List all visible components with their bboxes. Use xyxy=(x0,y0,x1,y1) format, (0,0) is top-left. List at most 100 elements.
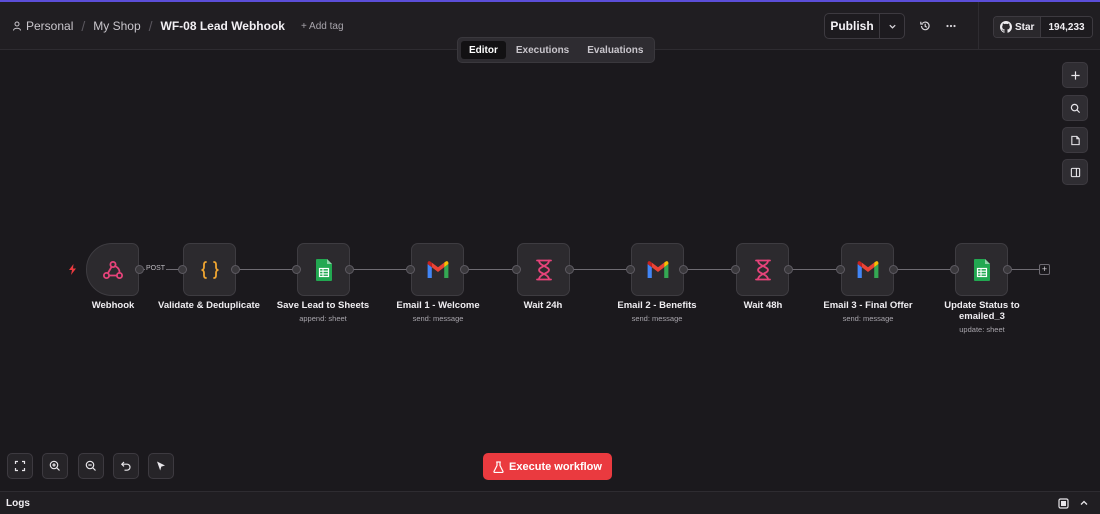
output-handle[interactable] xyxy=(1003,265,1012,274)
sticky-note-button[interactable] xyxy=(1062,127,1088,153)
gmail-icon xyxy=(427,260,448,278)
node-webhook[interactable] xyxy=(86,243,139,296)
cursor-icon xyxy=(157,461,165,471)
output-handle[interactable] xyxy=(889,265,898,274)
connection xyxy=(1008,269,1040,270)
output-handle[interactable] xyxy=(231,265,240,274)
output-handle[interactable] xyxy=(784,265,793,274)
node-label: Update Status to emailed_3 xyxy=(944,300,1020,322)
node-wait-48h[interactable] xyxy=(736,243,789,296)
search-icon xyxy=(1070,103,1080,113)
hourglass-icon xyxy=(754,259,771,280)
input-handle[interactable] xyxy=(178,265,187,274)
zoom-in-button[interactable] xyxy=(42,453,68,479)
node-wait-24h[interactable] xyxy=(517,243,570,296)
node-validate-deduplicate[interactable] xyxy=(183,243,236,296)
flask-icon xyxy=(493,460,504,473)
input-handle[interactable] xyxy=(406,265,415,274)
node-email-2[interactable] xyxy=(631,243,684,296)
output-handle[interactable] xyxy=(135,265,144,274)
person-icon xyxy=(13,21,21,31)
more-options-button[interactable] xyxy=(941,16,961,36)
google-sheets-icon xyxy=(315,258,332,281)
webhook-icon xyxy=(102,260,123,279)
fit-view-button[interactable] xyxy=(7,453,33,479)
history-icon xyxy=(920,21,930,31)
header-divider xyxy=(978,2,979,50)
publish-dropdown-button[interactable] xyxy=(880,14,904,38)
github-star-button[interactable]: Star xyxy=(994,17,1042,37)
panel-icon xyxy=(1070,167,1080,177)
node-subtitle: send: message xyxy=(842,314,894,323)
github-star-count: 194,233 xyxy=(1041,17,1092,37)
execute-workflow-label: Execute workflow xyxy=(509,460,602,473)
toggle-panel-button[interactable] xyxy=(1062,159,1088,185)
search-nodes-button[interactable] xyxy=(1062,95,1088,121)
chevron-down-icon xyxy=(888,24,896,29)
node-update-status[interactable] xyxy=(955,243,1008,296)
input-handle[interactable] xyxy=(512,265,521,274)
connection xyxy=(894,269,955,270)
breadcrumb-project[interactable]: My Shop xyxy=(93,19,140,33)
fit-view-icon xyxy=(14,460,26,472)
gmail-icon xyxy=(647,260,668,278)
add-tag-button[interactable]: + Add tag xyxy=(301,21,344,32)
input-handle[interactable] xyxy=(836,265,845,274)
node-subtitle: update: sheet xyxy=(959,325,1005,334)
zoom-in-icon xyxy=(49,460,60,471)
cursor-mode-button[interactable] xyxy=(148,453,174,479)
output-handle[interactable] xyxy=(679,265,688,274)
input-handle[interactable] xyxy=(950,265,959,274)
note-icon xyxy=(1070,135,1080,145)
tab-editor[interactable]: Editor xyxy=(461,41,506,59)
zoom-out-button[interactable] xyxy=(78,453,104,479)
output-handle[interactable] xyxy=(345,265,354,274)
zoom-out-icon xyxy=(85,460,96,471)
node-label: Email 3 - Final Offer xyxy=(823,300,913,311)
input-handle[interactable] xyxy=(731,265,740,274)
node-email-1[interactable] xyxy=(411,243,464,296)
execute-workflow-button[interactable]: Execute workflow xyxy=(483,453,612,480)
add-next-node-button[interactable]: + xyxy=(1039,264,1050,275)
node-save-lead[interactable] xyxy=(297,243,350,296)
output-handle[interactable] xyxy=(565,265,574,274)
github-star-widget[interactable]: Star 194,233 xyxy=(993,16,1093,38)
plus-icon xyxy=(1070,70,1080,80)
breadcrumb-separator: / xyxy=(148,18,153,34)
node-subtitle: send: message xyxy=(631,314,683,323)
hourglass-icon xyxy=(535,259,552,280)
publish-button[interactable]: Publish xyxy=(825,14,880,38)
connection xyxy=(570,269,631,270)
add-node-button[interactable] xyxy=(1062,62,1088,88)
google-sheets-icon xyxy=(973,258,990,281)
trigger-bolt-icon xyxy=(69,264,76,275)
connection xyxy=(350,269,411,270)
node-email-3[interactable] xyxy=(841,243,894,296)
view-tabs: Editor Executions Evaluations xyxy=(457,37,656,63)
connection-method-label: POST xyxy=(145,265,167,272)
gmail-icon xyxy=(857,260,878,278)
history-button[interactable] xyxy=(915,16,935,36)
tab-evaluations[interactable]: Evaluations xyxy=(579,41,651,59)
logs-title: Logs xyxy=(6,498,30,509)
undo-icon xyxy=(120,461,131,471)
workflow-name[interactable]: WF-08 Lead Webhook xyxy=(161,19,285,33)
ellipsis-icon xyxy=(946,24,956,28)
breadcrumb: Personal / My Shop / WF-08 Lead Webhook … xyxy=(12,2,344,50)
undo-button[interactable] xyxy=(113,453,139,479)
connection xyxy=(789,269,841,270)
breadcrumb-separator: / xyxy=(81,18,86,34)
input-handle[interactable] xyxy=(626,265,635,274)
logs-panel-icon[interactable] xyxy=(1058,498,1069,509)
github-icon xyxy=(1000,21,1012,33)
connection xyxy=(465,269,517,270)
connection xyxy=(236,269,297,270)
breadcrumb-personal[interactable]: Personal xyxy=(26,19,73,33)
logs-panel-bar[interactable]: Logs xyxy=(0,491,1100,514)
github-star-label: Star xyxy=(1015,21,1035,33)
node-subtitle: send: message xyxy=(412,314,464,323)
input-handle[interactable] xyxy=(292,265,301,274)
tab-executions[interactable]: Executions xyxy=(508,41,577,59)
chevron-up-icon[interactable] xyxy=(1079,498,1089,508)
output-handle[interactable] xyxy=(460,265,469,274)
